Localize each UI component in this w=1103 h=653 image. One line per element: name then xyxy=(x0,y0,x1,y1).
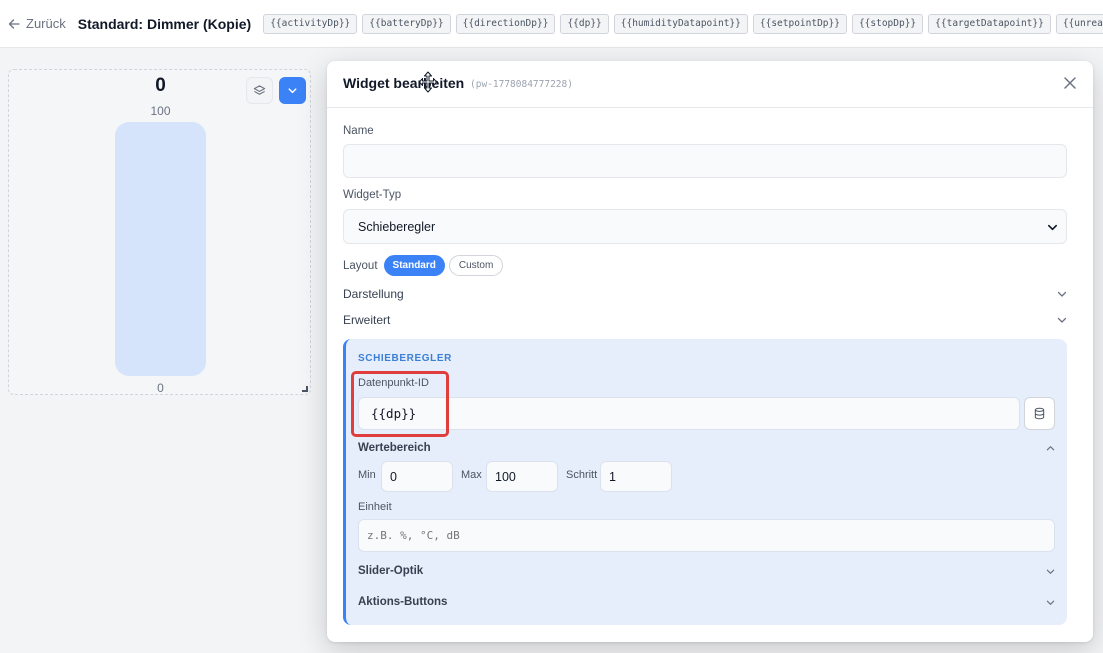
modal-title: Widget bearbeiten xyxy=(343,75,465,91)
placeholder-chip[interactable]: {{humidityDatapoint}} xyxy=(613,13,748,34)
slider-settings-section: SCHIEBEREGLER Datenpunkt-ID {{dp}} Werte… xyxy=(343,339,1067,625)
accordion-darstellung[interactable]: Darstellung xyxy=(343,284,1067,304)
close-icon[interactable] xyxy=(1063,76,1077,90)
action-buttons-title: Aktions-Buttons xyxy=(358,596,448,608)
range-title: Wertebereich xyxy=(358,442,431,454)
placeholder-chip[interactable]: {{targetDatapoint}} xyxy=(928,13,1051,34)
widget-type-value: Schieberegler xyxy=(358,219,436,234)
placeholder-chip[interactable]: {{stopDp}} xyxy=(851,13,924,34)
widget-preview[interactable]: 0 100 0 xyxy=(8,69,311,395)
preview-slider-track[interactable] xyxy=(115,122,206,376)
layout-toggle: Layout Standard Custom xyxy=(343,255,507,276)
back-button[interactable]: Zurück xyxy=(8,16,66,31)
resize-handle[interactable] xyxy=(302,386,308,392)
preview-min-label: 0 xyxy=(157,381,164,395)
layout-standard-button[interactable]: Standard xyxy=(383,255,445,276)
edit-widget-modal: Widget bearbeiten (pw-1778084777228) Nam… xyxy=(327,61,1093,642)
accordion-darstellung-label: Darstellung xyxy=(343,287,404,301)
chevron-down-icon xyxy=(1057,291,1067,297)
step-value: 1 xyxy=(609,469,616,484)
min-value: 0 xyxy=(390,469,397,484)
unit-label: Einheit xyxy=(358,501,392,513)
chevron-down-icon xyxy=(288,88,297,94)
section-title: SCHIEBEREGLER xyxy=(358,353,452,364)
datapoint-input[interactable]: {{dp}} xyxy=(358,397,1020,430)
datapoint-label: Datenpunkt-ID xyxy=(358,377,429,389)
max-value: 100 xyxy=(495,469,516,484)
layers-button[interactable] xyxy=(246,77,273,104)
chevron-up-icon xyxy=(1046,446,1055,451)
expand-button[interactable] xyxy=(279,77,306,104)
layers-icon xyxy=(253,85,266,95)
move-cursor-icon xyxy=(419,71,437,93)
page-title: Standard: Dimmer (Kopie) xyxy=(77,15,252,32)
placeholder-chips: {{activityDp}} {{batteryDp}} {{directionDp… xyxy=(263,13,1103,34)
layout-custom-button[interactable]: Custom xyxy=(448,255,504,276)
placeholder-chip[interactable]: {{activityDp}} xyxy=(263,13,358,34)
modal-header[interactable]: Widget bearbeiten (pw-1778084777228) xyxy=(327,61,1093,108)
arrow-left-icon xyxy=(8,18,20,29)
slider-optik-title: Slider-Optik xyxy=(358,565,424,577)
chevron-down-icon xyxy=(1057,317,1067,323)
chevron-down-icon xyxy=(1046,569,1055,574)
layout-label: Layout xyxy=(343,259,378,272)
placeholder-chip[interactable]: {{directionDp}} xyxy=(455,13,556,34)
step-label: Schritt xyxy=(566,469,598,481)
action-buttons-accordion[interactable]: Aktions-Buttons xyxy=(358,593,1055,611)
widget-id: (pw-1778084777228) xyxy=(470,79,573,90)
min-input[interactable]: 0 xyxy=(381,461,453,492)
datapoint-value: {{dp}} xyxy=(371,406,417,421)
top-bar: Zurück Standard: Dimmer (Kopie) {{activi… xyxy=(0,0,1103,48)
placeholder-chip[interactable]: {{unreachDp}} xyxy=(1055,13,1103,34)
chevron-down-icon xyxy=(1046,600,1055,605)
placeholder-chip[interactable]: {{setpointDp}} xyxy=(752,13,847,34)
datapoint-browse-button[interactable] xyxy=(1024,397,1055,430)
accordion-erweitert[interactable]: Erweitert xyxy=(343,310,1067,330)
placeholder-chip[interactable]: {{batteryDp}} xyxy=(362,13,451,34)
preview-max-label: 100 xyxy=(150,104,171,118)
min-label: Min xyxy=(358,469,376,481)
range-accordion[interactable]: Wertebereich xyxy=(358,439,1055,457)
widget-type-select[interactable]: Schieberegler xyxy=(343,209,1067,244)
step-input[interactable]: 1 xyxy=(600,461,672,492)
placeholder-chip[interactable]: {{dp}} xyxy=(560,13,609,34)
accordion-erweitert-label: Erweitert xyxy=(343,313,391,327)
back-label: Zurück xyxy=(26,16,66,31)
unit-input[interactable] xyxy=(358,519,1055,552)
chevron-down-icon xyxy=(1048,224,1057,231)
widget-type-label: Widget-Typ xyxy=(343,189,402,201)
max-label: Max xyxy=(461,469,482,481)
database-icon xyxy=(1034,407,1045,420)
slider-optik-accordion[interactable]: Slider-Optik xyxy=(358,562,1055,580)
name-input[interactable] xyxy=(343,144,1067,178)
max-input[interactable]: 100 xyxy=(486,461,558,492)
name-label: Name xyxy=(343,125,374,137)
